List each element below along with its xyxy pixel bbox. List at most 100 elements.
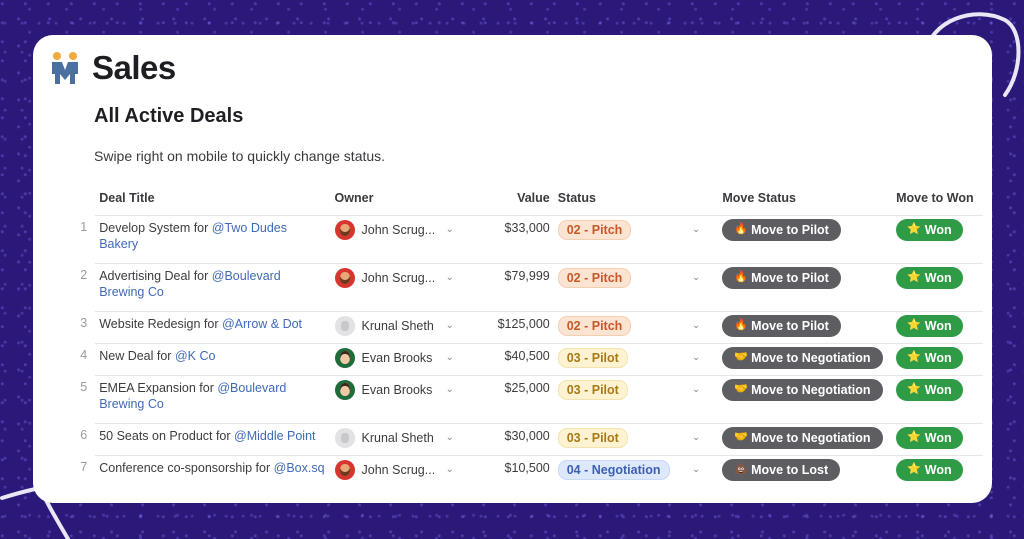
owner-name: Evan Brooks [361,350,433,365]
deal-title-cell[interactable]: EMEA Expansion for @Boulevard Brewing Co [95,375,331,424]
status-select[interactable]: 03 - Pilot ⌄ [557,427,715,448]
owner-cell[interactable]: John Scrug... ⌄ [330,215,462,264]
column-header-value[interactable]: Value [461,183,554,216]
deal-title-cell[interactable]: Advertising Deal for @Boulevard Brewing … [95,263,331,312]
avatar [334,427,355,448]
move-status-cell: 🔥 Move to Pilot [718,215,893,264]
status-select[interactable]: 03 - Pilot ⌄ [557,379,715,400]
value-cell: $30,000 [461,423,554,456]
move-status-button[interactable]: 🤝 Move to Negotiation [722,346,883,369]
owner-cell[interactable]: Krunal Sheth ⌄ [330,423,462,456]
chevron-down-icon[interactable]: ⌄ [445,318,457,334]
app-title: Sales [92,49,176,86]
column-header-move-to-won[interactable]: Move to Won [892,183,983,216]
owner-select[interactable]: John Scrug... ⌄ [334,219,458,240]
status-cell[interactable]: 04 - Negotiation ⌄ [553,455,719,503]
company-mention-link[interactable]: @Box.sq [274,461,325,475]
chevron-down-icon[interactable]: ⌄ [445,430,457,446]
status-select[interactable]: 02 - Pitch ⌄ [557,219,715,240]
move-status-button[interactable]: 🔥 Move to Pilot [722,218,841,241]
chevron-down-icon[interactable]: ⌄ [692,460,714,478]
won-label: Won [924,270,952,285]
column-header-deal-title[interactable]: Deal Title [95,183,331,216]
status-cell[interactable]: 03 - Pilot ⌄ [553,343,719,376]
chevron-down-icon[interactable]: ⌄ [445,270,457,286]
table-row[interactable]: 2 Advertising Deal for @Boulevard Brewin… [73,263,983,312]
owner-select[interactable]: John Scrug... ⌄ [334,267,458,288]
won-button[interactable]: ⭐ Won [896,266,963,289]
chevron-down-icon[interactable]: ⌄ [692,348,714,366]
star-icon: ⭐ [907,351,921,363]
deal-title-text: 50 Seats on Product for [99,428,235,443]
move-status-button[interactable]: 🤝 Move to Negotiation [722,378,883,401]
won-button[interactable]: ⭐ Won [896,218,963,241]
move-status-button[interactable]: 🔥 Move to Pilot [722,266,841,289]
table-row[interactable]: 5 EMEA Expansion for @Boulevard Brewing … [73,375,983,424]
move-to-won-cell: ⭐ Won [892,311,983,344]
avatar [334,379,355,400]
company-mention-link[interactable]: @Middle Point [234,429,315,443]
owner-cell[interactable]: Evan Brooks ⌄ [330,375,462,424]
owner-select[interactable]: Krunal Sheth ⌄ [334,315,458,336]
chevron-down-icon[interactable]: ⌄ [445,462,457,478]
move-status-button[interactable]: 🔥 Move to Pilot [722,314,841,337]
table-row[interactable]: 3 Website Redesign for @Arrow & Dot Krun… [73,311,983,344]
row-number: 2 [80,268,88,282]
status-select[interactable]: 02 - Pitch ⌄ [557,267,715,288]
deal-title-cell[interactable]: Develop System for @Two Dudes Bakery [95,215,331,264]
status-cell[interactable]: 03 - Pilot ⌄ [553,375,719,424]
owner-select[interactable]: Krunal Sheth ⌄ [334,427,458,448]
move-status-label: Move to Pilot [751,270,829,285]
deal-title-text: Website Redesign for [99,316,222,331]
won-button[interactable]: ⭐ Won [896,426,963,449]
owner-select[interactable]: John Scrug... ⌄ [334,459,458,480]
table-row[interactable]: 4 New Deal for @K Co Evan Brooks ⌄ $40,5… [73,343,983,376]
chevron-down-icon[interactable]: ⌄ [445,222,457,238]
owner-select[interactable]: Evan Brooks ⌄ [334,347,458,368]
chevron-down-icon[interactable]: ⌄ [692,220,714,238]
avatar [334,459,355,480]
status-cell[interactable]: 03 - Pilot ⌄ [553,423,719,456]
status-cell[interactable]: 02 - Pitch ⌄ [553,311,719,344]
chevron-down-icon[interactable]: ⌄ [692,316,714,334]
company-mention-link[interactable]: @K Co [175,349,215,363]
table-row[interactable]: 1 Develop System for @Two Dudes Bakery J… [73,215,983,264]
move-to-won-cell: ⭐ Won [892,343,983,376]
deal-title-cell[interactable]: Conference co-sponsorship for @Box.sq [95,455,331,503]
owner-name: Evan Brooks [361,382,433,397]
chevron-down-icon[interactable]: ⌄ [445,382,457,398]
chevron-down-icon[interactable]: ⌄ [445,350,457,366]
status-cell[interactable]: 02 - Pitch ⌄ [553,215,719,264]
page-title: All Active Deals [94,105,244,127]
status-select[interactable]: 02 - Pitch ⌄ [557,315,715,336]
status-select[interactable]: 03 - Pilot ⌄ [557,347,715,368]
table-row[interactable]: 6 50 Seats on Product for @Middle Point … [73,423,983,456]
move-status-button[interactable]: 🤝 Move to Negotiation [722,426,883,449]
column-header-owner[interactable]: Owner [330,183,462,216]
owner-cell[interactable]: Krunal Sheth ⌄ [330,311,462,344]
status-select[interactable]: 04 - Negotiation ⌄ [557,459,715,480]
handshake-people-icon [52,52,78,84]
chevron-down-icon[interactable]: ⌄ [692,428,714,446]
won-button[interactable]: ⭐ Won [896,346,963,369]
won-button[interactable]: ⭐ Won [896,314,963,337]
owner-cell[interactable]: Evan Brooks ⌄ [330,343,462,376]
status-cell[interactable]: 02 - Pitch ⌄ [553,263,719,312]
chevron-down-icon[interactable]: ⌄ [692,380,714,398]
move-status-cell: 💩 Move to Lost [718,455,893,503]
won-button[interactable]: ⭐ Won [896,458,963,481]
column-header-move-status[interactable]: Move Status [718,183,893,216]
owner-cell[interactable]: John Scrug... ⌄ [330,455,462,503]
move-status-button[interactable]: 💩 Move to Lost [722,458,841,481]
won-button[interactable]: ⭐ Won [896,378,963,401]
deal-title-cell[interactable]: Website Redesign for @Arrow & Dot [95,311,331,344]
column-header-status[interactable]: Status [553,183,719,216]
won-label: Won [924,462,952,477]
chevron-down-icon[interactable]: ⌄ [692,268,714,286]
table-row[interactable]: 7 Conference co-sponsorship for @Box.sq … [73,455,983,503]
company-mention-link[interactable]: @Arrow & Dot [222,317,302,331]
deal-title-cell[interactable]: New Deal for @K Co [95,343,331,376]
owner-select[interactable]: Evan Brooks ⌄ [334,379,458,400]
deal-title-cell[interactable]: 50 Seats on Product for @Middle Point [95,423,331,456]
owner-cell[interactable]: John Scrug... ⌄ [330,263,462,312]
